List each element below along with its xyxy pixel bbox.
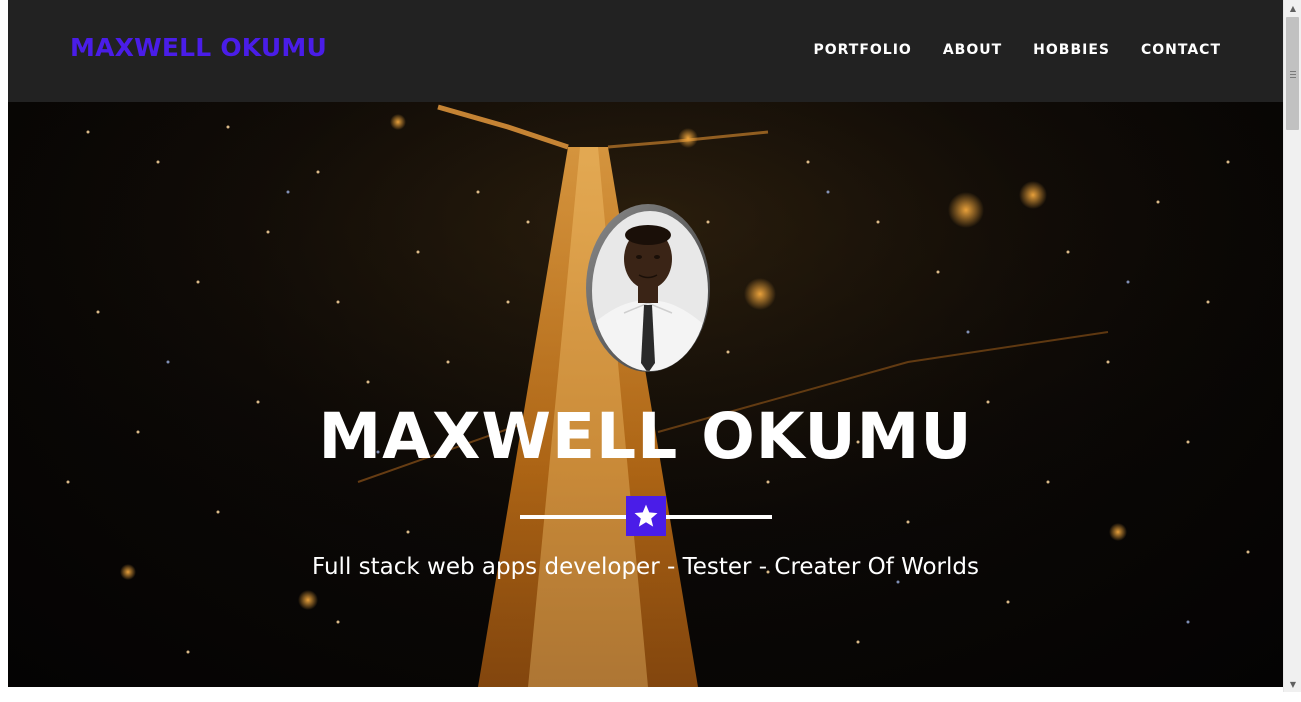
profile-photo — [586, 204, 710, 372]
grip-icon — [1290, 71, 1296, 80]
nav-link-about[interactable]: ABOUT — [943, 42, 1002, 58]
divider-line-left — [520, 515, 626, 519]
brand-link[interactable]: MAXWELL OKUMU — [70, 33, 327, 62]
scroll-down-arrow-icon[interactable]: ▼ — [1284, 676, 1301, 692]
hero-title: MAXWELL OKUMU — [318, 400, 973, 473]
vertical-scrollbar[interactable]: ▲ ▼ — [1283, 0, 1301, 692]
nav-link-contact[interactable]: CONTACT — [1141, 42, 1221, 58]
hero-background-image — [8, 102, 1283, 687]
scroll-up-arrow-icon[interactable]: ▲ — [1284, 0, 1301, 16]
hero-subtitle: Full stack web apps developer - Tester -… — [312, 554, 979, 580]
navbar: MAXWELL OKUMU PORTFOLIO ABOUT HOBBIES CO… — [8, 0, 1283, 102]
nav-links: PORTFOLIO ABOUT HOBBIES CONTACT — [782, 42, 1221, 58]
hero-section: MAXWELL OKUMU Full stack web apps develo… — [8, 102, 1283, 687]
scrollbar-thumb[interactable] — [1286, 17, 1299, 130]
star-badge — [626, 496, 666, 536]
nav-link-portfolio[interactable]: PORTFOLIO — [813, 42, 911, 58]
browser-viewport: MAXWELL OKUMU PORTFOLIO ABOUT HOBBIES CO… — [0, 0, 1301, 702]
star-icon — [634, 504, 658, 527]
star-divider — [520, 496, 772, 538]
nav-link-hobbies[interactable]: HOBBIES — [1033, 42, 1110, 58]
page: MAXWELL OKUMU PORTFOLIO ABOUT HOBBIES CO… — [8, 0, 1283, 687]
divider-line-right — [666, 515, 772, 519]
